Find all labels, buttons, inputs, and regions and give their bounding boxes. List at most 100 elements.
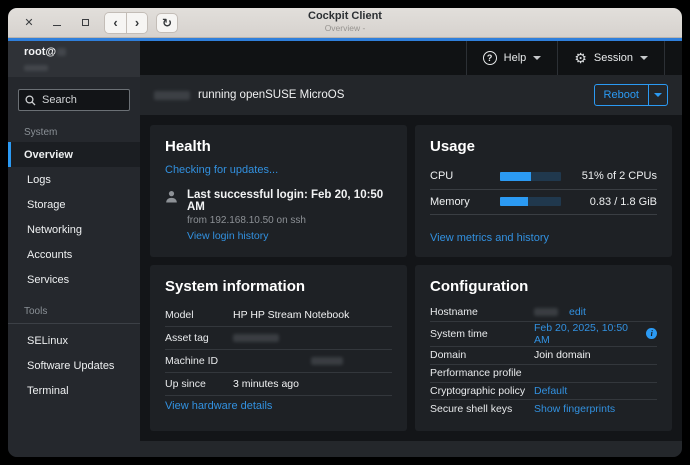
user-icon <box>166 191 177 203</box>
titlebar: ✕ ‹ › ↻ Cockpit Client Overview - <box>8 8 682 38</box>
last-login-heading: Last successful login: Feb 20, 10:50 AM <box>187 189 384 213</box>
sidebar-item-terminal[interactable]: Terminal <box>8 378 140 403</box>
up-since-label: Up since <box>165 378 206 390</box>
nav-buttons: ‹ › <box>104 11 148 34</box>
system-time-link[interactable]: Feb 20, 2025, 10:50 AM <box>534 322 641 346</box>
forward-icon[interactable]: › <box>126 12 147 33</box>
sidebar-header: root@ <box>8 41 140 77</box>
info-icon[interactable]: i <box>646 328 657 340</box>
last-login-detail: from 192.168.10.50 on ssh <box>187 215 306 226</box>
join-domain-value[interactable]: Join domain <box>534 349 591 361</box>
cockpit-window: ✕ ‹ › ↻ Cockpit Client Overview - root@ <box>8 8 682 457</box>
system-time-label: System time <box>430 327 488 340</box>
cpu-usage-row: CPU 51% of 2 CPUs <box>430 164 657 190</box>
secure-shell-keys-row: Secure shell keys Show fingerprints <box>430 400 657 418</box>
reboot-dropdown-toggle[interactable] <box>648 85 667 105</box>
sidebar-item-accounts[interactable]: Accounts <box>8 242 140 267</box>
help-label: Help <box>503 52 527 64</box>
sidebar: root@ System Overview Logs Storage Netwo… <box>8 41 140 457</box>
asset-tag-row: Asset tag <box>165 327 392 350</box>
machine-id-row: Machine ID <box>165 350 392 373</box>
usage-card-title: Usage <box>430 138 476 155</box>
view-hardware-details-link[interactable]: View hardware details <box>165 400 392 412</box>
search-input[interactable] <box>42 94 123 106</box>
machine-id-label: Machine ID <box>165 355 219 367</box>
usage-card: Usage CPU 51% of 2 CPUs Memory 0.83 / 1.… <box>415 125 672 257</box>
system-time-row: System time Feb 20, 2025, 10:50 AM i <box>430 322 657 347</box>
memory-usage-row: Memory 0.83 / 1.8 GiB <box>430 190 657 215</box>
sidebar-item-software-updates[interactable]: Software Updates <box>8 353 140 378</box>
page-header: running openSUSE MicroOS Reboot <box>140 75 682 115</box>
view-login-history-link[interactable]: View login history <box>187 230 269 242</box>
redacted-hostname <box>57 48 67 56</box>
asset-tag-label: Asset tag <box>165 332 209 344</box>
performance-profile-label: Performance profile <box>430 367 522 380</box>
cpu-progress-bar <box>500 171 561 181</box>
memory-label: Memory <box>430 195 470 208</box>
page-footer-strip <box>140 441 682 457</box>
back-icon[interactable]: ‹ <box>105 12 126 33</box>
cpu-label: CPU <box>430 170 454 183</box>
health-card: Health Checking for updates... Last succ… <box>150 125 407 257</box>
search-icon <box>25 94 36 105</box>
section-label-system: System <box>24 127 58 138</box>
configuration-card-title: Configuration <box>430 278 529 295</box>
view-metrics-link[interactable]: View metrics and history <box>430 232 657 244</box>
reboot-split-button: Reboot <box>593 84 668 106</box>
system-info-card-title: System information <box>165 278 306 295</box>
window-controls: ✕ <box>8 16 92 30</box>
hostname-label: Hostname <box>430 306 478 319</box>
section-label-tools: Tools <box>24 306 48 317</box>
secure-shell-keys-label: Secure shell keys <box>430 403 513 416</box>
show-fingerprints-link[interactable]: Show fingerprints <box>534 403 615 415</box>
redacted-machine-id <box>311 357 343 365</box>
masthead: ? Help ⚙ Session <box>140 41 682 75</box>
redacted-hostname-value <box>534 308 558 317</box>
sidebar-item-selinux[interactable]: SELinux <box>8 328 140 353</box>
masthead-end-divider <box>664 41 682 75</box>
redacted-host-detail <box>24 65 48 71</box>
health-card-title: Health <box>165 138 211 155</box>
sidebar-item-networking[interactable]: Networking <box>8 217 140 242</box>
up-since-row: Up since 3 minutes ago <box>165 373 392 396</box>
edit-hostname-link[interactable]: edit <box>569 306 586 318</box>
redacted-asset-tag <box>233 334 279 342</box>
memory-progress-bar <box>500 197 561 207</box>
reboot-button[interactable]: Reboot <box>595 85 648 105</box>
sidebar-item-logs[interactable]: Logs <box>8 167 140 192</box>
cpu-value: 51% of 2 CPUs <box>581 170 657 183</box>
search-box[interactable] <box>18 89 130 111</box>
os-status-text: running openSUSE MicroOS <box>198 89 345 101</box>
configuration-card: Configuration Hostname edit System time … <box>415 265 672 431</box>
crypto-policy-link[interactable]: Default <box>534 385 567 397</box>
chevron-down-icon <box>654 93 662 97</box>
up-since-value: 3 minutes ago <box>233 378 299 390</box>
sidebar-item-services[interactable]: Services <box>8 267 140 292</box>
help-icon: ? <box>482 51 497 65</box>
sidebar-item-overview[interactable]: Overview <box>8 142 140 167</box>
checking-updates-link[interactable]: Checking for updates... <box>165 164 392 176</box>
sidebar-divider <box>8 323 140 324</box>
domain-label: Domain <box>430 349 467 362</box>
model-value: HP HP Stream Notebook <box>233 309 350 321</box>
logged-in-user: root@ <box>24 46 140 58</box>
performance-profile-row: Performance profile <box>430 365 657 383</box>
refresh-icon[interactable]: ↻ <box>156 12 178 33</box>
close-icon[interactable]: ✕ <box>22 16 36 30</box>
model-label: Model <box>165 309 194 321</box>
hostname-row: Hostname edit <box>430 304 657 322</box>
maximize-icon[interactable] <box>78 16 92 30</box>
session-menu-button[interactable]: ⚙ Session <box>557 41 664 75</box>
redacted-hostname <box>154 90 190 100</box>
memory-value: 0.83 / 1.8 GiB <box>589 195 657 208</box>
model-row: Model HP HP Stream Notebook <box>165 304 392 327</box>
domain-row: Domain Join domain <box>430 347 657 365</box>
system-information-card: System information Model HP HP Stream No… <box>150 265 407 431</box>
cryptographic-policy-label: Cryptographic policy <box>430 385 526 397</box>
sidebar-item-storage[interactable]: Storage <box>8 192 140 217</box>
help-menu-button[interactable]: ? Help <box>465 41 558 75</box>
chevron-down-icon <box>640 56 648 60</box>
gear-icon: ⚙ <box>574 50 587 66</box>
minimize-icon[interactable] <box>50 16 64 30</box>
chevron-down-icon <box>533 56 542 60</box>
